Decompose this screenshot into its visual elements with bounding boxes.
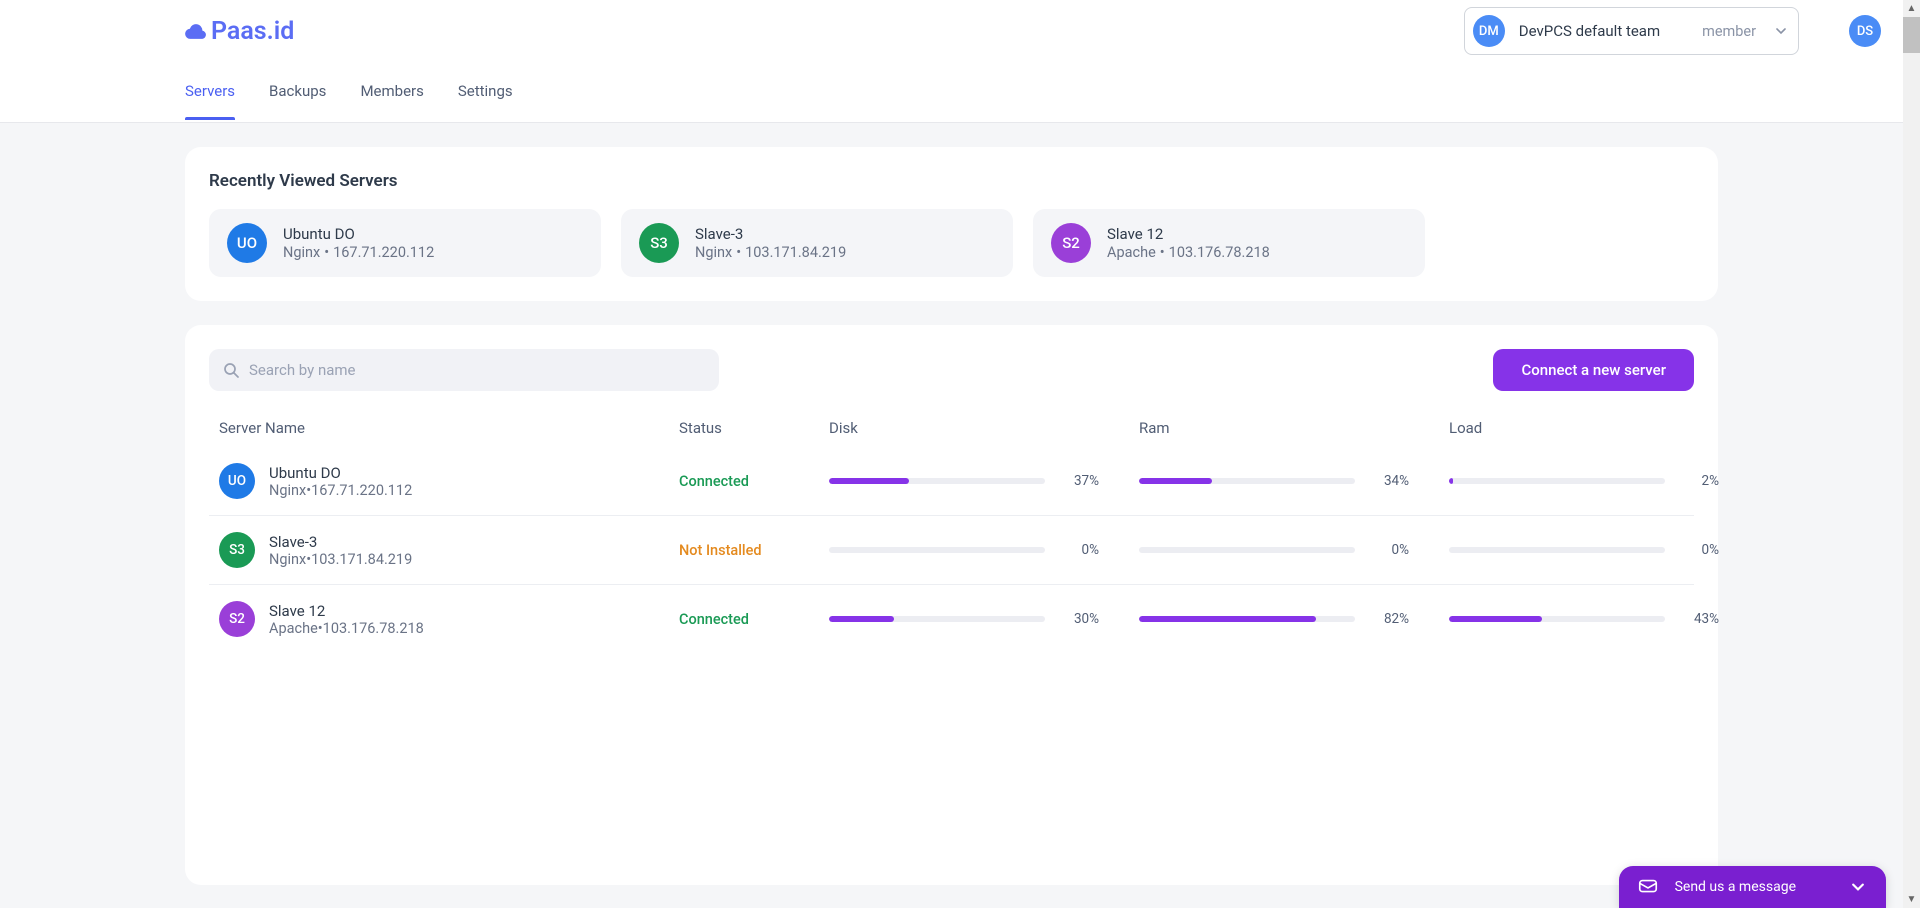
server-subline: Nginx•167.71.220.112 (283, 244, 434, 261)
table-row[interactable]: S3 Slave-3Nginx•103.171.84.219 Not Install… (209, 515, 1694, 584)
connect-server-button[interactable]: Connect a new server (1493, 349, 1694, 391)
server-subline: Apache•103.176.78.218 (1107, 244, 1270, 261)
vertical-scrollbar[interactable]: ▲ ▼ (1903, 0, 1920, 908)
server-subline: Nginx•103.171.84.219 (695, 244, 846, 261)
metric-value: 43% (1685, 611, 1719, 627)
tab-members[interactable]: Members (360, 82, 423, 120)
metric-value: 2% (1685, 473, 1719, 489)
chevron-down-icon (1776, 26, 1786, 36)
recent-servers-card: Recently Viewed Servers UOUbuntu DONginx… (185, 147, 1718, 301)
metric: 2% (1449, 473, 1759, 489)
progress-bar (829, 547, 1045, 553)
server-name: Slave 12 (1107, 225, 1270, 243)
servers-table-card: Connect a new server Server Name Status … (185, 325, 1718, 885)
metric: 30% (829, 611, 1139, 627)
primary-tabs: Servers Backups Members Settings (0, 62, 1903, 123)
scrollbar-thumb[interactable] (1903, 17, 1920, 53)
recent-server-card[interactable]: S2 Slave 12Apache•103.176.78.218 (1033, 209, 1425, 277)
brand-name: Paas.id (211, 17, 294, 46)
tab-backups[interactable]: Backups (269, 82, 326, 120)
progress-bar (829, 478, 1045, 484)
search-input-wrap[interactable] (209, 349, 719, 391)
server-avatar: UO (227, 223, 267, 263)
metric-value: 82% (1375, 611, 1409, 627)
scroll-up-arrow-icon[interactable]: ▲ (1903, 0, 1920, 17)
app-header: Paas.id DM DevPCS default team member DS… (0, 0, 1903, 123)
server-avatar: S3 (639, 223, 679, 263)
recent-title: Recently Viewed Servers (209, 171, 1694, 191)
server-avatar: S3 (219, 532, 255, 568)
metric: 0% (1449, 542, 1759, 558)
metric-value: 0% (1685, 542, 1719, 558)
col-load: Load (1449, 419, 1759, 437)
progress-bar (1139, 616, 1355, 622)
server-subline: Nginx•103.171.84.219 (269, 551, 412, 568)
col-status: Status (679, 419, 829, 437)
search-icon (223, 362, 239, 378)
metric-value: 37% (1065, 473, 1099, 489)
server-avatar: UO (219, 463, 255, 499)
user-avatar[interactable]: DS (1849, 15, 1881, 47)
brand-logo[interactable]: Paas.id (185, 17, 294, 46)
recent-server-card[interactable]: S3 Slave-3Nginx•103.171.84.219 (621, 209, 1013, 277)
table-header: Server Name Status Disk Ram Load (209, 409, 1694, 447)
server-name: Slave-3 (695, 225, 846, 243)
metric: 82% (1139, 611, 1449, 627)
team-role: member (1702, 23, 1756, 40)
chat-icon (1637, 876, 1659, 898)
search-input[interactable] (249, 361, 705, 379)
metric: 0% (1139, 542, 1449, 558)
progress-bar (829, 616, 1045, 622)
chevron-down-icon (1852, 881, 1864, 893)
metric-value: 0% (1375, 542, 1409, 558)
metric-value: 0% (1065, 542, 1099, 558)
cloud-icon (185, 23, 207, 40)
team-name: DevPCS default team (1519, 22, 1660, 40)
metric: 43% (1449, 611, 1759, 627)
progress-bar (1449, 616, 1665, 622)
recent-server-card[interactable]: UO Ubuntu DONginx•167.71.220.112 (209, 209, 601, 277)
progress-bar (1449, 547, 1665, 553)
metric: 34% (1139, 473, 1449, 489)
metric: 37% (829, 473, 1139, 489)
status-badge: Not Installed (679, 542, 829, 559)
server-avatar: S2 (219, 601, 255, 637)
metric: 0% (829, 542, 1139, 558)
progress-bar (1139, 547, 1355, 553)
tab-settings[interactable]: Settings (458, 82, 513, 120)
server-name: Slave-3 (269, 533, 412, 551)
server-subline: Apache•103.176.78.218 (269, 620, 424, 637)
server-subline: Nginx•167.71.220.112 (269, 482, 412, 499)
server-avatar: S2 (1051, 223, 1091, 263)
scroll-down-arrow-icon[interactable]: ▼ (1903, 891, 1920, 908)
status-badge: Connected (679, 611, 829, 628)
col-disk: Disk (829, 419, 1139, 437)
table-row[interactable]: S2 Slave 12Apache•103.176.78.218 Connected… (209, 584, 1694, 653)
team-switcher[interactable]: DM DevPCS default team member (1464, 7, 1799, 55)
metric-value: 34% (1375, 473, 1409, 489)
server-name: Ubuntu DO (269, 464, 412, 482)
status-badge: Connected (679, 473, 829, 490)
chat-widget[interactable]: Send us a message (1619, 866, 1886, 908)
server-name: Slave 12 (269, 602, 424, 620)
col-ram: Ram (1139, 419, 1449, 437)
progress-bar (1139, 478, 1355, 484)
team-avatar: DM (1473, 15, 1505, 47)
metric-value: 30% (1065, 611, 1099, 627)
progress-bar (1449, 478, 1665, 484)
col-server: Server Name (219, 419, 679, 437)
server-name: Ubuntu DO (283, 225, 434, 243)
tab-servers[interactable]: Servers (185, 82, 235, 120)
chat-label: Send us a message (1675, 879, 1796, 895)
table-row[interactable]: UO Ubuntu DONginx•167.71.220.112 Connected… (209, 447, 1694, 515)
